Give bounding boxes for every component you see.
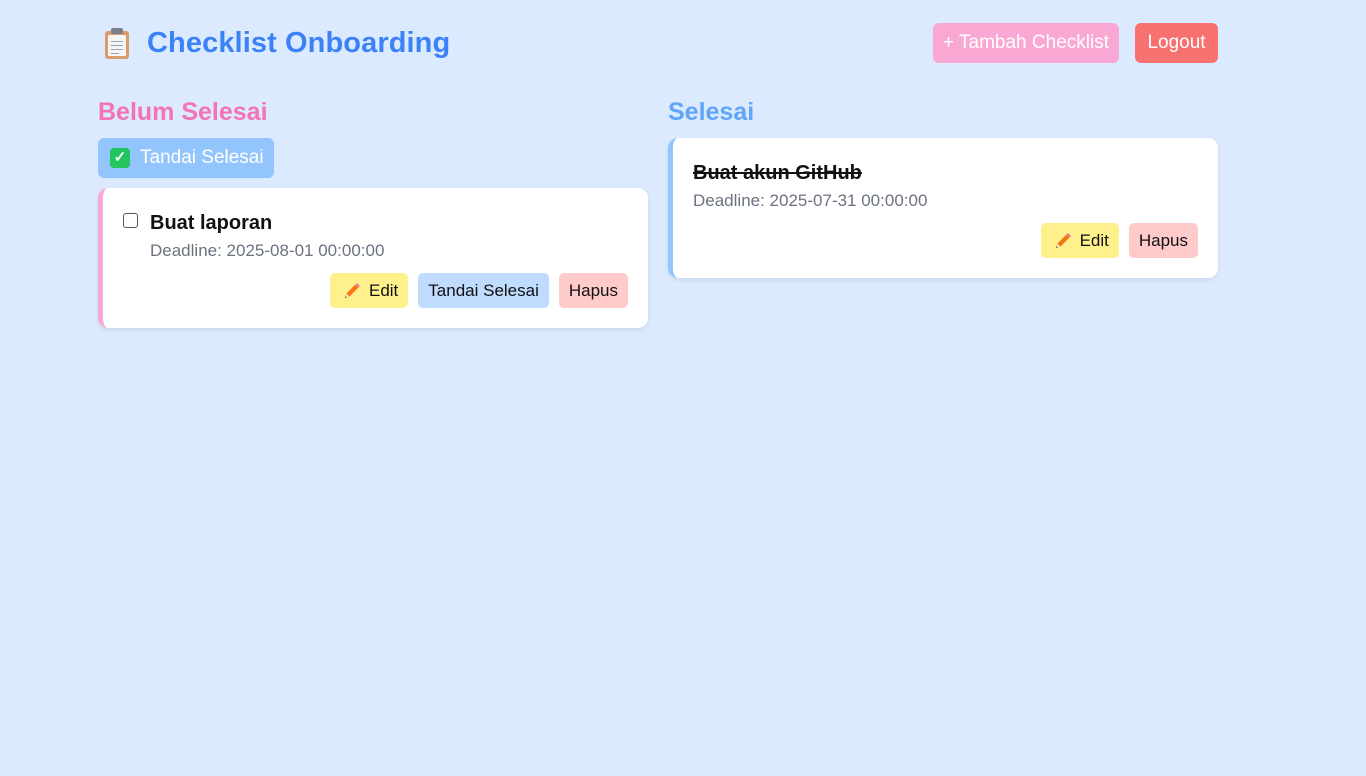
- mark-all-done-button[interactable]: ✓ Tandai Selesai: [98, 138, 274, 178]
- task-checkbox[interactable]: [123, 213, 138, 228]
- task-card: Buat akun GitHub Deadline: 2025-07-31 00…: [668, 138, 1218, 278]
- task-card: Buat laporan Deadline: 2025-08-01 00:00:…: [98, 188, 648, 328]
- pencil-icon: [1055, 232, 1071, 248]
- edit-label: Edit: [1079, 230, 1109, 250]
- logout-button[interactable]: Logout: [1135, 23, 1218, 63]
- task-deadline: Deadline: 2025-07-31 00:00:00: [693, 191, 928, 210]
- delete-button[interactable]: Hapus: [558, 273, 628, 308]
- check-mark-button-icon: ✓: [110, 148, 130, 168]
- task-actions: Edit Tandai Selesai Hapus: [329, 273, 628, 308]
- delete-button[interactable]: Hapus: [1128, 223, 1198, 258]
- pending-heading: Belum Selesai: [98, 98, 268, 126]
- done-heading: Selesai: [668, 98, 755, 126]
- pending-column: Belum Selesai ✓ Tandai Selesai Buat lapo…: [98, 95, 648, 328]
- clipboard-icon: [103, 27, 131, 60]
- mark-all-done-label: Tandai Selesai: [140, 147, 264, 168]
- edit-button[interactable]: Edit: [329, 273, 409, 308]
- add-checklist-button[interactable]: + Tambah Checklist: [933, 23, 1119, 63]
- page-title: Checklist Onboarding: [147, 27, 451, 59]
- edit-label: Edit: [368, 280, 399, 300]
- done-column: Selesai Buat akun GitHub Deadline: 2025-…: [668, 95, 1218, 278]
- mark-done-button[interactable]: Tandai Selesai: [418, 273, 549, 308]
- pencil-icon: [344, 282, 360, 298]
- header: Checklist Onboarding + Tambah Checklist …: [98, 22, 1218, 66]
- edit-button[interactable]: Edit: [1040, 223, 1119, 258]
- title-wrap: Checklist Onboarding: [103, 27, 450, 60]
- task-actions: Edit Hapus: [1040, 223, 1198, 258]
- task-deadline: Deadline: 2025-08-01 00:00:00: [150, 241, 385, 260]
- task-title: Buat akun GitHub: [693, 162, 862, 184]
- task-title: Buat laporan: [150, 212, 273, 234]
